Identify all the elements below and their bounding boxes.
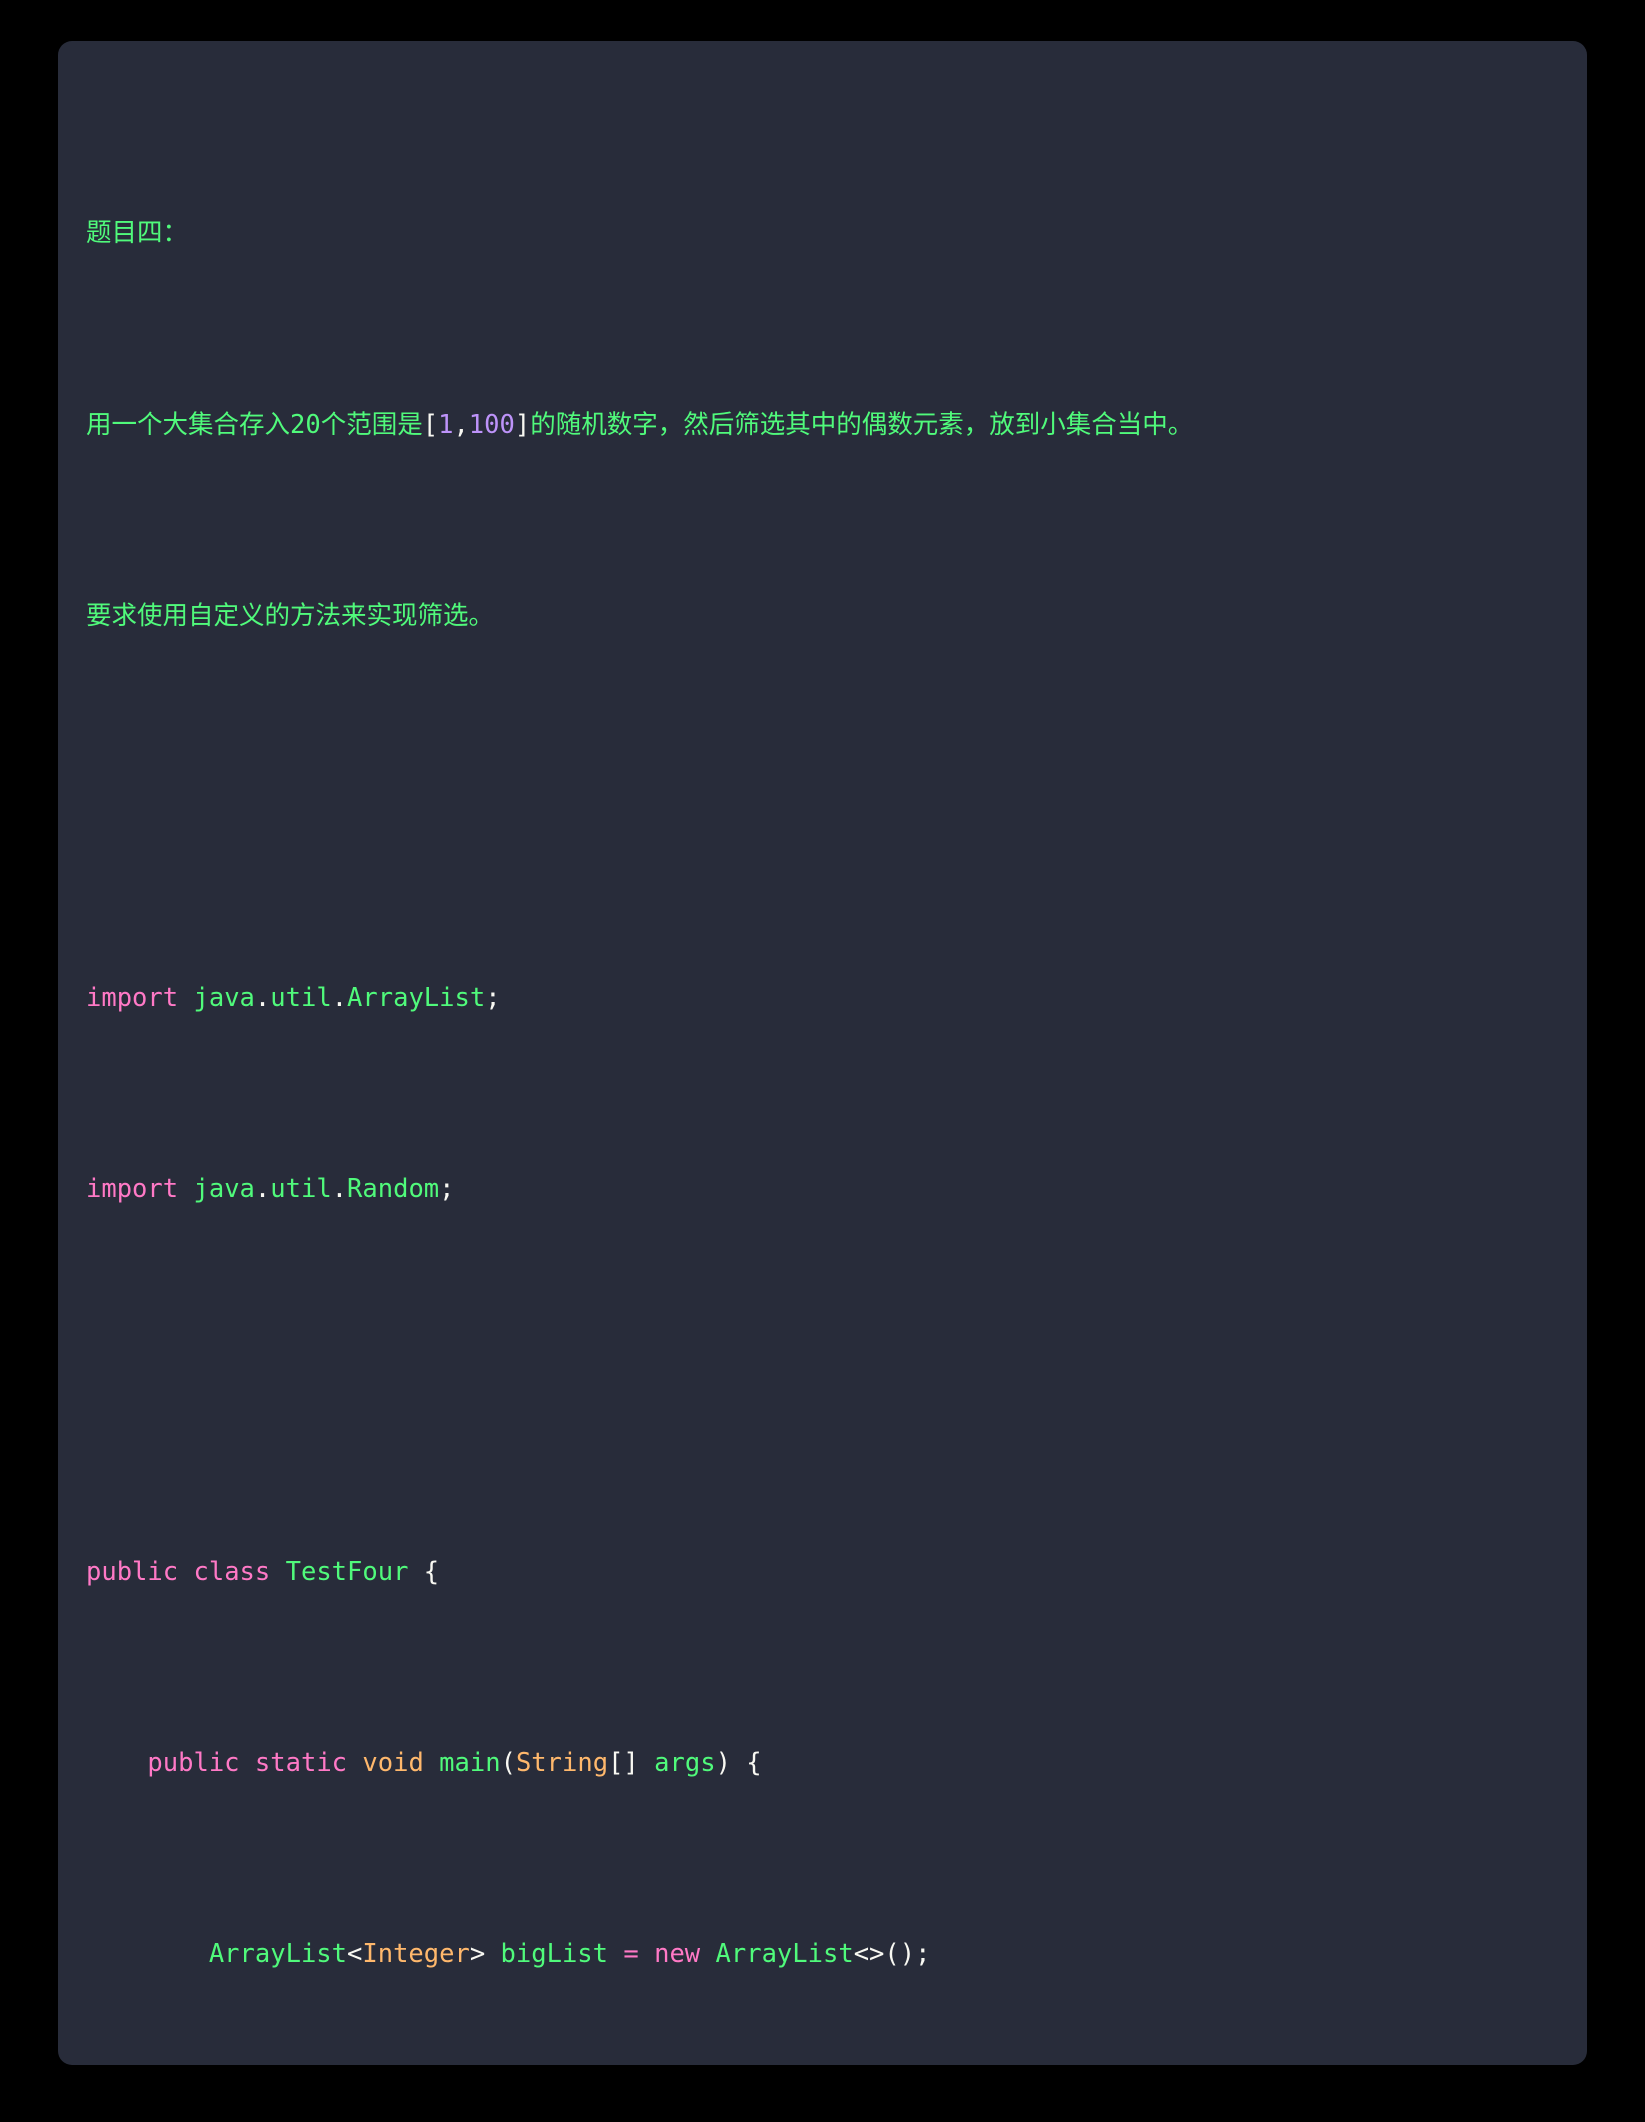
header-bracket-close: ]: [514, 409, 531, 440]
header-range-max: 100: [468, 409, 515, 440]
header-title-line: 题目四：: [86, 210, 1553, 258]
import-class-arraylist: ArrayList: [347, 983, 486, 1014]
diamond-operator: <>();: [853, 1939, 931, 1970]
generic-open: <: [347, 1939, 363, 1970]
import-package-util: util: [270, 983, 332, 1014]
paren-open: (: [500, 1747, 516, 1778]
code-card: 题目四： 用一个大集合存入20个范围是[1,100]的随机数字，然后筛选其中的偶…: [58, 41, 1587, 2065]
biglist-declaration-line: ArrayList<Integer> bigList = new ArrayLi…: [86, 1931, 1553, 1979]
var-biglist: bigList: [500, 1939, 609, 1970]
header-title: 题目四：: [86, 218, 189, 249]
page-root: 题目四： 用一个大集合存入20个范围是[1,100]的随机数字，然后筛选其中的偶…: [0, 0, 1645, 2122]
import-line-arraylist: import java.util.ArrayList;: [86, 975, 1553, 1023]
array-brackets: []: [608, 1747, 639, 1778]
class-name: TestFour: [285, 1556, 409, 1587]
import-dot-1: .: [254, 983, 271, 1014]
type-string: String: [515, 1747, 609, 1778]
type-arraylist: ArrayList: [208, 1939, 347, 1970]
header-range-comma: ,: [453, 409, 469, 440]
kw-public: public: [147, 1747, 240, 1778]
method-name-main: main: [439, 1747, 501, 1778]
header-bracket-open: [: [422, 409, 439, 440]
main-method-signature-line: public static void main(String[] args) {: [86, 1740, 1553, 1788]
kw-public: public: [86, 1556, 179, 1587]
class-declaration-line: public class TestFour {: [86, 1549, 1553, 1597]
header-desc-part-a: 用一个大集合存入20个范围是: [86, 409, 423, 440]
header-desc-line2: 要求使用自定义的方法来实现筛选。: [86, 600, 495, 631]
kw-new: new: [654, 1939, 701, 1970]
import-package-java: java: [193, 983, 255, 1014]
brace-open: {: [746, 1747, 762, 1778]
import-package-java: java: [193, 1174, 255, 1205]
kw-class: class: [193, 1556, 271, 1587]
paren-close: ): [715, 1747, 731, 1778]
header-desc-part-b: 的随机数字，然后筛选其中的偶数元素，放到小集合当中。: [530, 409, 1194, 440]
generic-close: >: [469, 1939, 486, 1970]
param-args: args: [654, 1747, 716, 1778]
kw-static: static: [254, 1747, 348, 1778]
assign-operator: =: [623, 1939, 639, 1970]
brace-open: {: [423, 1556, 440, 1587]
import-keyword: import: [86, 1174, 179, 1205]
import-semicolon: ;: [439, 1174, 455, 1205]
import-dot-2: .: [331, 983, 348, 1014]
header-description-line-1: 用一个大集合存入20个范围是[1,100]的随机数字，然后筛选其中的偶数元素，放…: [86, 402, 1553, 450]
import-line-random: import java.util.Random;: [86, 1166, 1553, 1214]
import-semicolon: ;: [485, 983, 501, 1014]
import-keyword: import: [86, 983, 179, 1014]
ctor-arraylist: ArrayList: [715, 1939, 854, 1970]
type-void: void: [362, 1747, 424, 1778]
code-block: 题目四： 用一个大集合存入20个范围是[1,100]的随机数字，然后筛选其中的偶…: [86, 67, 1553, 2065]
import-dot-1: .: [254, 1174, 271, 1205]
import-class-random: Random: [347, 1174, 440, 1205]
header-description-line-2: 要求使用自定义的方法来实现筛选。: [86, 593, 1553, 641]
import-package-util: util: [270, 1174, 332, 1205]
header-range-min: 1: [438, 409, 454, 440]
import-dot-2: .: [331, 1174, 348, 1205]
type-integer: Integer: [362, 1939, 470, 1970]
